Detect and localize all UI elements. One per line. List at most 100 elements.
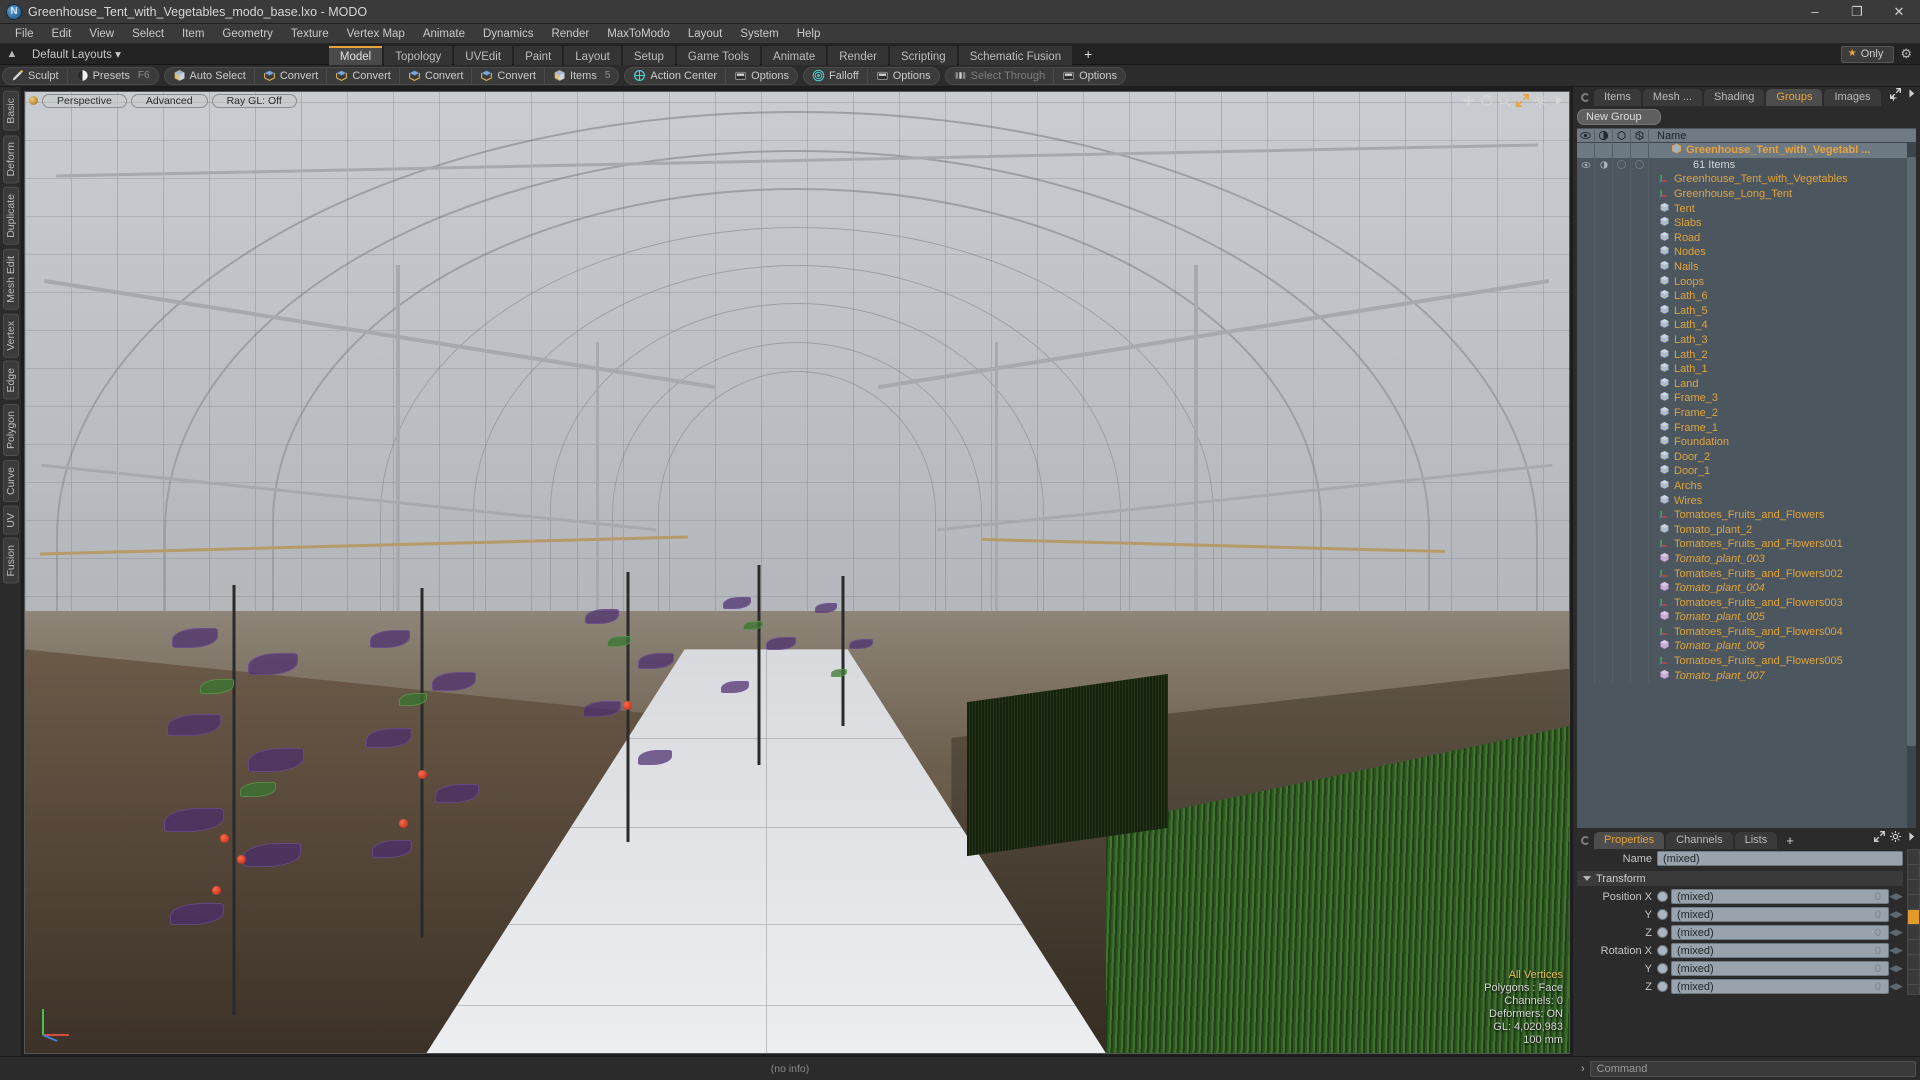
gear-icon[interactable]	[1890, 829, 1901, 847]
spinner-arrows-icon[interactable]: ◀▶	[1889, 927, 1903, 938]
row-toggle-cell[interactable]	[1613, 551, 1631, 567]
toolbar-button-sculpt[interactable]: Sculpt	[3, 67, 68, 84]
tree-row[interactable]: Road	[1577, 230, 1916, 246]
row-toggle-cell[interactable]	[1631, 595, 1649, 610]
row-toggle-cell[interactable]	[1595, 201, 1613, 216]
tree-row[interactable]: Lath_3	[1577, 332, 1916, 348]
panel-tab-images[interactable]: Images	[1824, 89, 1881, 106]
tree-row[interactable]: Tomato_plant_004	[1577, 580, 1916, 596]
property-field[interactable]: (mixed) 0	[1671, 979, 1889, 994]
row-toggle-cell[interactable]	[1577, 551, 1595, 567]
row-toggle-cell[interactable]	[1577, 595, 1595, 610]
tree-row[interactable]: Archs	[1577, 478, 1916, 494]
properties-tab-channels[interactable]: Channels	[1666, 832, 1733, 849]
tree-row[interactable]: Frame_3	[1577, 391, 1916, 406]
row-toggle-cell[interactable]	[1613, 668, 1631, 683]
row-toggle-cell[interactable]	[1595, 361, 1613, 377]
tree-row[interactable]: Slabs	[1577, 215, 1916, 231]
row-toggle-cell[interactable]	[1577, 624, 1595, 640]
row-toggle-cell[interactable]	[1595, 245, 1613, 260]
tree-item-label[interactable]: Lath_4	[1649, 318, 1708, 332]
row-toggle-cell[interactable]	[1595, 639, 1613, 654]
expand-icon[interactable]	[1874, 829, 1885, 847]
row-toggle-cell[interactable]	[1613, 376, 1631, 392]
row-toggle-cell[interactable]	[1613, 449, 1631, 465]
row-toggle-cell[interactable]	[1613, 566, 1631, 581]
row-toggle-cell[interactable]	[1613, 493, 1631, 508]
row-toggle-cell[interactable]	[1631, 464, 1649, 479]
left-tab-fusion[interactable]: Fusion	[2, 538, 19, 584]
tree-row[interactable]: Nails	[1577, 259, 1916, 275]
tree-item-label[interactable]: Loops	[1649, 275, 1704, 289]
row-toggle-cell[interactable]	[1631, 245, 1649, 260]
row-toggle-cell[interactable]	[1631, 201, 1649, 216]
row-toggle-cell[interactable]	[1613, 201, 1631, 216]
row-toggle-cell[interactable]	[1595, 595, 1613, 610]
property-field[interactable]: (mixed) 0	[1671, 889, 1889, 904]
row-toggle-cell[interactable]	[1613, 186, 1631, 202]
channel-dot-icon[interactable]	[1657, 891, 1668, 902]
row-toggle-cell[interactable]	[1595, 420, 1613, 435]
tree-row[interactable]: Lath_1	[1577, 361, 1916, 377]
row-toggle-cell[interactable]	[1613, 478, 1631, 494]
tree-row[interactable]: Lath_5	[1577, 303, 1916, 319]
row-toggle-cell[interactable]	[1577, 347, 1595, 362]
row-toggle-circle[interactable]	[1613, 157, 1631, 173]
row-toggle-cell[interactable]	[1577, 361, 1595, 377]
layout-tab-scripting[interactable]: Scripting	[889, 45, 957, 65]
minimize-button[interactable]: –	[1794, 0, 1836, 24]
row-toggle-cell[interactable]	[1631, 405, 1649, 421]
row-toggle-cell[interactable]	[1631, 580, 1649, 596]
row-toggle-cell[interactable]	[1577, 215, 1595, 231]
row-toggle-cell[interactable]	[1631, 172, 1649, 187]
row-toggle-cell[interactable]	[1613, 230, 1631, 246]
row-toggle-cell[interactable]	[1595, 405, 1613, 421]
row-eye-icon[interactable]	[1577, 157, 1595, 173]
row-toggle-cell[interactable]	[1613, 434, 1631, 450]
row-toggle-cell[interactable]	[1595, 332, 1613, 348]
row-toggle-cell[interactable]	[1577, 420, 1595, 435]
tree-item-label[interactable]: Door_1	[1649, 464, 1710, 478]
viewport-raygl-dropdown[interactable]: Ray GL: Off	[211, 93, 297, 108]
spinner-arrows-icon[interactable]: ◀▶	[1889, 981, 1903, 992]
row-toggle-cell[interactable]	[1577, 653, 1595, 669]
tree-item-label[interactable]: Land	[1649, 377, 1698, 391]
row-toggle-cell[interactable]	[1577, 186, 1595, 202]
panel-tab-shading[interactable]: Shading	[1704, 89, 1765, 106]
row-toggle-cell[interactable]	[1631, 347, 1649, 362]
tree-item-label[interactable]: Tomatoes_Fruits_and_Flowers	[1649, 508, 1824, 522]
toolbar-button-options[interactable]: Options	[726, 68, 797, 84]
tree-item-label[interactable]: Tomato_plant_003	[1649, 552, 1765, 566]
row-toggle-cell[interactable]	[1577, 566, 1595, 581]
row-toggle-cell[interactable]	[1595, 186, 1613, 202]
row-toggle-cell[interactable]	[1595, 580, 1613, 596]
gear-icon[interactable]	[1534, 94, 1547, 112]
viewport-menu-icon[interactable]	[29, 96, 38, 105]
tree-row[interactable]: Greenhouse_Tent_with_Vegetables	[1577, 172, 1916, 187]
row-toggle-cell[interactable]	[1577, 274, 1595, 289]
row-toggle-cell[interactable]	[1595, 347, 1613, 362]
tree-item-label[interactable]: Road	[1649, 231, 1700, 245]
left-tab-curve[interactable]: Curve	[2, 459, 19, 502]
menu-item[interactable]: Item	[173, 26, 213, 42]
tree-item-label[interactable]: Lath_3	[1649, 333, 1708, 347]
menu-edit[interactable]: Edit	[43, 26, 81, 42]
row-toggle-cell[interactable]	[1595, 464, 1613, 479]
menu-select[interactable]: Select	[123, 26, 173, 42]
row-toggle-cell[interactable]	[1613, 143, 1631, 158]
viewport-projection-dropdown[interactable]: Perspective	[42, 93, 127, 108]
spinner-arrows-icon[interactable]: ◀▶	[1889, 945, 1903, 956]
panel-tab-groups[interactable]: Groups	[1766, 89, 1823, 106]
tree-item-label[interactable]: Frame_3	[1649, 391, 1718, 405]
layout-tab-render[interactable]: Render	[828, 45, 888, 65]
toolbar-button-options[interactable]: Options	[1054, 68, 1125, 84]
row-toggle-cell[interactable]	[1631, 391, 1649, 406]
row-toggle-cell[interactable]	[1577, 434, 1595, 450]
row-toggle-cell[interactable]	[1595, 288, 1613, 304]
row-toggle-cell[interactable]	[1613, 624, 1631, 640]
tree-item-label[interactable]: Lath_6	[1649, 289, 1708, 303]
tree-item-label[interactable]: Greenhouse_Tent_with_Vegetables	[1649, 172, 1848, 186]
tree-scrollbar-thumb[interactable]	[1907, 156, 1916, 746]
viewport-3d[interactable]: Perspective Advanced Ray GL: Off All Ver…	[24, 91, 1570, 1054]
row-toggle-cell[interactable]	[1613, 215, 1631, 231]
